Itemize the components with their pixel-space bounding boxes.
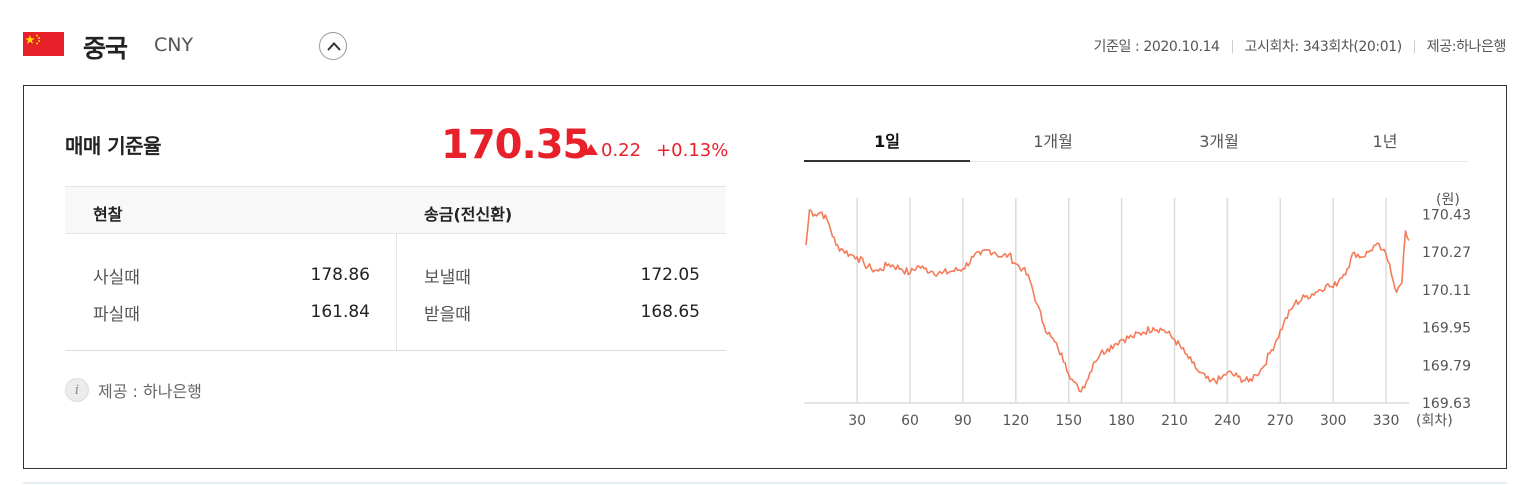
rate-title: 매매 기준율 (65, 134, 161, 158)
notice-round: 고시회차: 343회차(20:01) (1244, 39, 1403, 55)
y-tick-label: 169.95 (1422, 321, 1471, 337)
tab-1month[interactable]: 1개월 (970, 124, 1136, 162)
rate-table-header: 현찰 송금(전신환) (65, 186, 726, 234)
currency-code: CNY (154, 34, 194, 56)
cash-buy-value: 178.86 (310, 265, 370, 285)
x-tick-label: 30 (848, 413, 866, 429)
provider: 제공:하나은행 (1426, 39, 1507, 55)
transfer-receive-value: 168.65 (640, 302, 700, 322)
divider (396, 234, 397, 350)
series-line (805, 208, 1410, 393)
x-tick-label: 300 (1320, 413, 1347, 429)
x-tick-label: 240 (1214, 413, 1241, 429)
tab-1day[interactable]: 1일 (804, 124, 970, 162)
y-tick-label: 169.79 (1422, 358, 1471, 374)
change-amount: 0.22 (601, 140, 642, 161)
collapse-toggle-button[interactable] (319, 32, 347, 60)
divider (23, 482, 1507, 484)
cash-sell-label: 파실때 (93, 305, 140, 325)
source-note: i 제공 : 하나은행 (65, 378, 202, 402)
x-axis-label: (회차) (1416, 413, 1453, 429)
x-tick-label: 210 (1161, 413, 1188, 429)
transfer-send-label: 보낼때 (424, 268, 471, 288)
info-icon[interactable]: i (65, 378, 89, 402)
currency-header: 중국 CNY 기준일 : 2020.10.14 고시회차: 343회차(20:0… (23, 28, 1506, 64)
x-tick-label: 150 (1055, 413, 1082, 429)
base-date: 기준일 : 2020.10.14 (1093, 39, 1220, 55)
chevron-up-icon (327, 42, 341, 51)
up-arrow-icon (584, 144, 598, 155)
china-flag-icon (23, 32, 64, 56)
rate-change: 0.22 +0.13% (584, 140, 728, 161)
rate-value: 170.35 (441, 122, 590, 168)
x-tick-label: 120 (1002, 413, 1029, 429)
transfer-header: 송금(전신환) (424, 205, 513, 224)
transfer-send-value: 172.05 (640, 265, 700, 285)
x-tick-label: 330 (1373, 413, 1400, 429)
change-percent: +0.13% (656, 140, 729, 161)
rate-meta: 기준일 : 2020.10.14 고시회차: 343회차(20:01) 제공:하… (1093, 36, 1507, 56)
y-axis-label: (원) (1436, 192, 1460, 208)
transfer-receive-label: 받을때 (424, 305, 471, 325)
cash-buy-label: 사실때 (93, 268, 140, 288)
y-tick-label: 170.43 (1422, 207, 1471, 223)
period-tabs: 1일 1개월 3개월 1년 (804, 124, 1468, 162)
y-tick-label: 170.11 (1422, 283, 1471, 299)
y-tick-label: 170.27 (1422, 245, 1471, 261)
x-tick-label: 90 (954, 413, 972, 429)
cash-sell-value: 161.84 (310, 302, 370, 322)
x-tick-label: 60 (901, 413, 919, 429)
tab-1year[interactable]: 1년 (1302, 124, 1468, 162)
line-chart: 30 60 90 120 150 180 210 240 270 300 330 170.43 170.… (804, 192, 1471, 429)
source-text: 제공 : 하나은행 (98, 382, 202, 401)
divider (1413, 39, 1415, 53)
divider (1231, 39, 1233, 53)
exchange-rate-panel: 매매 기준율 170.35 0.22 +0.13% 현찰 송금(전신환) 사실때… (23, 85, 1507, 469)
y-tick-label: 169.63 (1422, 396, 1471, 412)
x-tick-label: 180 (1108, 413, 1135, 429)
tab-3month[interactable]: 3개월 (1136, 124, 1302, 162)
x-tick-label: 270 (1267, 413, 1294, 429)
rate-table: 현찰 송금(전신환) 사실때 178.86 파실때 161.84 보낼때 172… (65, 186, 726, 351)
rate-chart: 30 60 90 120 150 180 210 240 270 300 330 170.43 170.… (804, 186, 1484, 436)
country-name: 중국 (83, 34, 128, 63)
cash-header: 현찰 (93, 205, 123, 224)
